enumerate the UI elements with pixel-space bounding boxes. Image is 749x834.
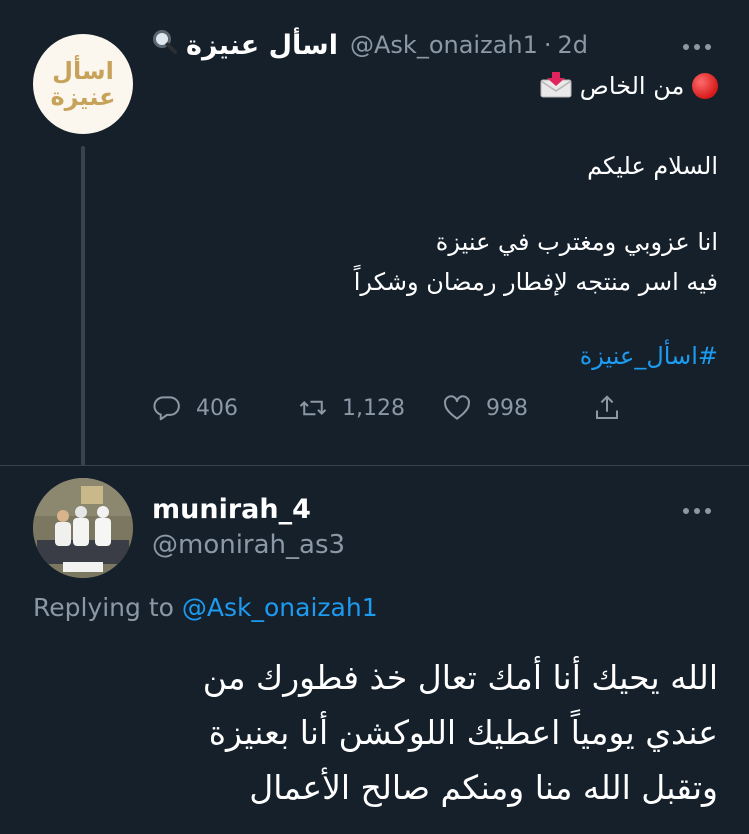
tweet-separator: · — [543, 31, 552, 59]
share-icon — [596, 395, 618, 419]
reply-author-handle[interactable]: @monirah_as3 — [152, 530, 345, 560]
reply-avatar[interactable] — [33, 478, 133, 578]
replying-to-label: Replying to — [33, 593, 174, 622]
reply-line-3: وتقبل الله منا ومنكم صالح الأعمال — [249, 768, 718, 807]
more-options-icon[interactable] — [681, 41, 713, 53]
tweet-avatar[interactable]: اسأل عنيزة — [33, 34, 133, 134]
heart-icon — [444, 395, 470, 420]
like-button[interactable]: 998 — [442, 393, 528, 423]
reply-button[interactable]: 406 — [152, 393, 238, 423]
tweet-divider — [0, 465, 749, 466]
retweet-icon — [299, 400, 327, 416]
tweet-time[interactable]: 2d — [558, 31, 589, 59]
reply-more-options-icon[interactable] — [681, 505, 713, 517]
incoming-envelope-icon — [540, 72, 572, 98]
tweet-author-name[interactable]: اسأل عنيزة — [186, 30, 338, 61]
hashtag-link[interactable]: #اسأل_عنيزة — [158, 340, 718, 372]
tweet-author-handle[interactable]: @Ask_onaizah1 — [350, 31, 538, 59]
tweet-line-3: انا عزوبي ومغترب في عنيزة — [435, 228, 718, 256]
tweet-line-1: من الخاص — [158, 70, 718, 102]
tweet-line-1-text: من الخاص — [579, 72, 685, 100]
reply-line-1: الله يحيك أنا أمك تعال خذ فطورك من — [202, 658, 718, 697]
like-count: 998 — [486, 395, 528, 421]
retweet-count: 1,128 — [342, 395, 405, 421]
retweet-button[interactable]: 1,128 — [298, 393, 405, 423]
tweet-header: اسأل عنيزة @Ask_onaizah1 · 2d — [152, 28, 612, 62]
magnifying-glass-icon — [152, 29, 178, 62]
reply-icon — [153, 396, 180, 421]
avatar-logo-line1: اسأل — [52, 57, 114, 85]
tweet-actions: 406 1,128 998 — [152, 393, 632, 423]
tweet-line-4: فيه اسر منتجه لإفطار رمضان وشكراً — [353, 268, 718, 296]
thread-line — [81, 146, 85, 466]
reply-line-2: عندي يومياً اعطيك اللوكشن أنا بعنيزة — [208, 713, 718, 752]
replying-to: Replying to @Ask_onaizah1 — [33, 593, 378, 622]
avatar-logo-line2: عنيزة — [50, 83, 116, 111]
share-button[interactable] — [592, 393, 622, 423]
reply-count: 406 — [196, 395, 238, 421]
reply-author-name[interactable]: munirah_4 — [152, 494, 311, 525]
replying-to-handle[interactable]: @Ask_onaizah1 — [182, 593, 378, 622]
red-circle-icon — [692, 73, 718, 99]
tweet-line-2: السلام عليكم — [587, 152, 718, 180]
